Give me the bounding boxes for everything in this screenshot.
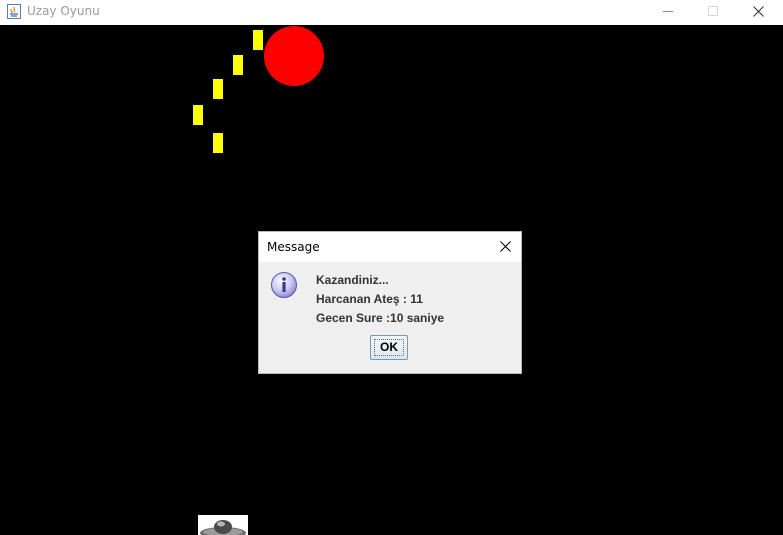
close-button[interactable]	[736, 0, 781, 24]
message-line-result: Kazandiniz...	[316, 273, 389, 287]
bullet	[193, 105, 203, 125]
info-icon	[270, 271, 298, 299]
minimize-icon	[663, 11, 673, 12]
close-icon	[500, 241, 511, 252]
minimize-button[interactable]	[646, 0, 691, 24]
message-line-shots: Harcanan Ateş : 11	[316, 292, 423, 306]
maximize-icon	[708, 6, 718, 16]
ok-button[interactable]: OK	[370, 335, 408, 360]
target-ball	[264, 26, 324, 86]
spaceship	[198, 515, 248, 535]
bullet	[253, 30, 263, 50]
window-title: Uzay Oyunu	[27, 4, 100, 18]
window-titlebar[interactable]: Uzay Oyunu	[0, 0, 783, 25]
bullet	[213, 79, 223, 99]
dialog-titlebar[interactable]: Message	[259, 232, 521, 262]
java-icon	[7, 4, 21, 19]
maximize-button[interactable]	[691, 0, 736, 24]
game-window: Uzay Oyunu Message Kazandiniz... Harcana…	[0, 0, 783, 535]
message-line-time: Gecen Sure :10 saniye	[316, 311, 445, 325]
ok-button-label: OK	[380, 340, 398, 354]
close-icon	[753, 6, 764, 17]
dialog-title: Message	[267, 240, 320, 254]
bullet	[213, 133, 223, 153]
bullet	[233, 55, 243, 75]
dialog-close-button[interactable]	[492, 233, 520, 261]
